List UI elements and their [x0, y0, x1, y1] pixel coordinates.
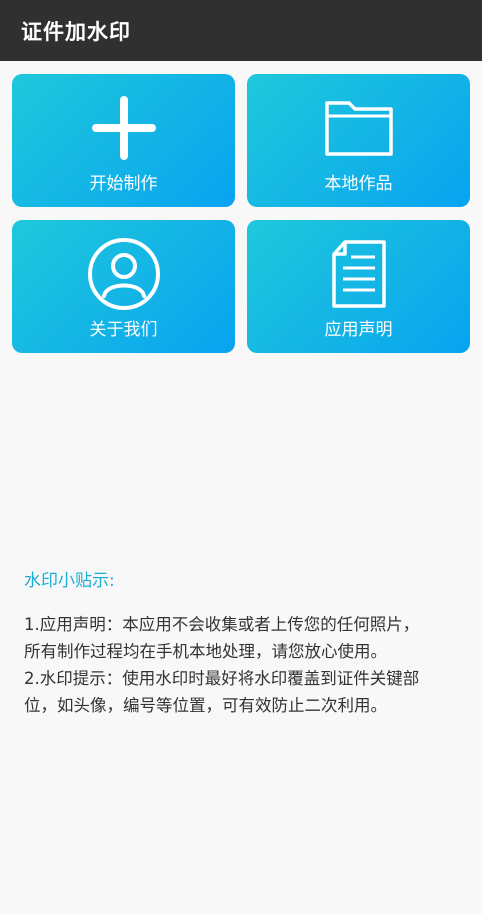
- tips-line: 所有制作过程均在手机本地处理，请您放心使用。: [24, 642, 387, 661]
- tips-line: 2.水印提示：使用水印时最好将水印覆盖到证件关键部: [24, 669, 420, 688]
- plus-icon: [84, 88, 164, 168]
- tips-line: 1.应用声明：本应用不会收集或者上传您的任何照片，: [24, 615, 420, 634]
- start-making-button[interactable]: 开始制作: [12, 74, 235, 207]
- app-statement-button[interactable]: 应用声明: [247, 220, 470, 353]
- tips-title: 水印小贴示:: [24, 571, 115, 591]
- document-icon: [319, 234, 399, 314]
- local-works-button[interactable]: 本地作品: [247, 74, 470, 207]
- tile-label-start: 开始制作: [89, 174, 158, 194]
- user-circle-icon: [84, 234, 164, 314]
- tips-text: 1.应用声明：本应用不会收集或者上传您的任何照片， 所有制作过程均在手机本地处理…: [24, 611, 464, 719]
- about-us-button[interactable]: 关于我们: [12, 220, 235, 353]
- app-title: 证件加水印: [21, 19, 131, 44]
- folder-icon: [319, 88, 399, 168]
- tips-line: 位，如头像，编号等位置，可有效防止二次利用。: [24, 696, 387, 715]
- app-bar: 证件加水印: [0, 0, 482, 61]
- tile-label-local: 本地作品: [324, 174, 393, 194]
- watermark-tips: 水印小贴示: 1.应用声明：本应用不会收集或者上传您的任何照片， 所有制作过程均…: [24, 566, 464, 719]
- tile-label-about: 关于我们: [89, 320, 158, 340]
- tile-label-declare: 应用声明: [324, 320, 393, 340]
